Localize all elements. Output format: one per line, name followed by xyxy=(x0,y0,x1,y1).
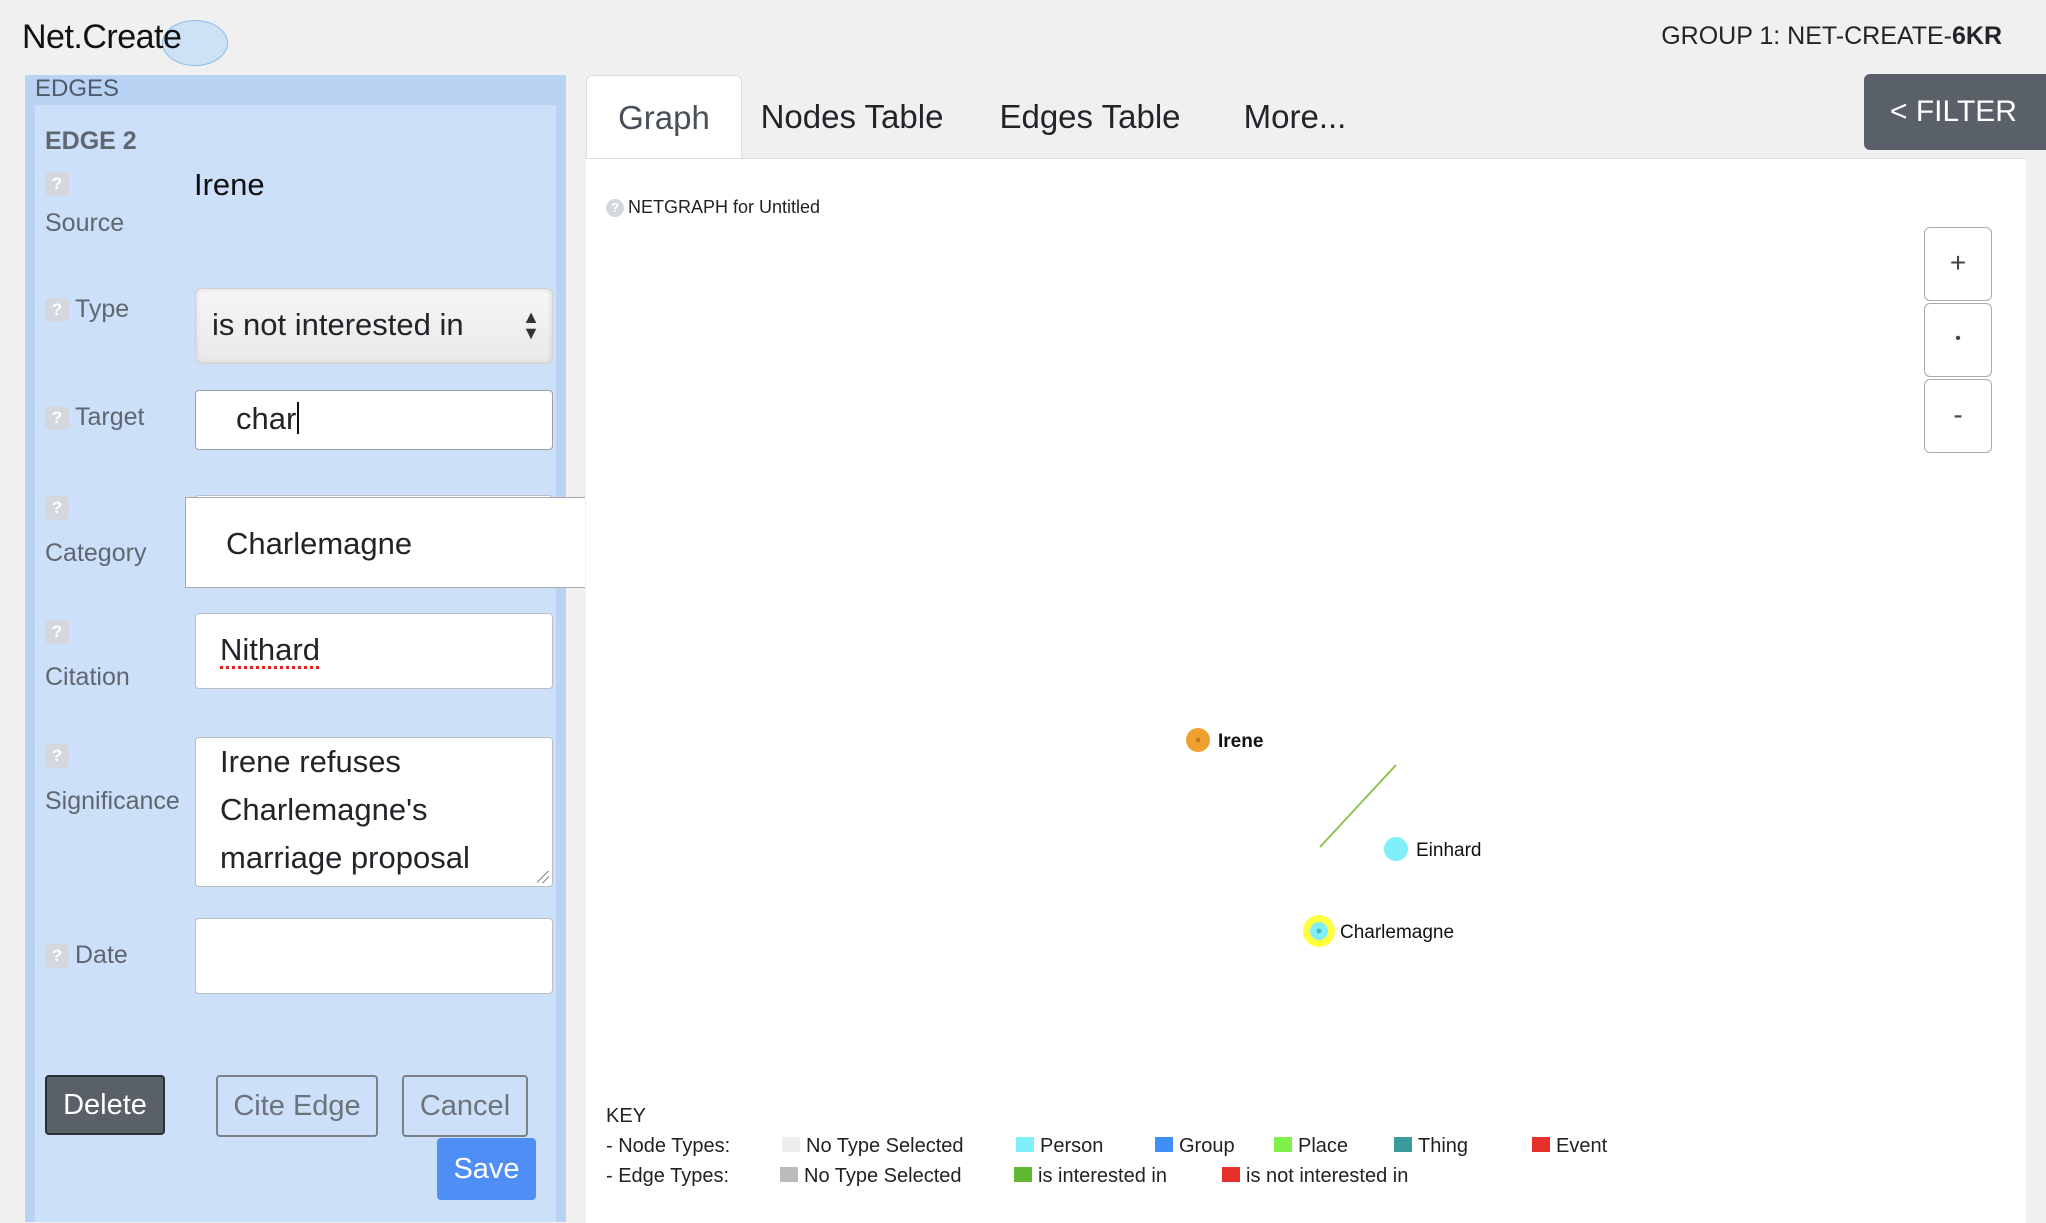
key-node-type-label: Person xyxy=(1040,1135,1104,1157)
delete-button[interactable]: Delete xyxy=(45,1075,165,1135)
key-edge-types-label: - Edge Types: xyxy=(606,1165,730,1187)
key-edge-type-label: is not interested in xyxy=(1246,1165,1409,1187)
swatch-icon xyxy=(782,1137,800,1152)
edge-title: EDGE 2 xyxy=(45,127,137,155)
swatch-icon xyxy=(1222,1167,1240,1182)
swatch-icon xyxy=(1155,1137,1173,1152)
category-label: ? Category xyxy=(45,493,146,584)
edges-panel: EDGES EDGE 2 ? Source Irene ? Type is not… xyxy=(25,75,566,1222)
text-cursor xyxy=(297,402,300,434)
key-node-type-label: Event xyxy=(1556,1135,1608,1157)
graph-node-einhard[interactable]: Einhard xyxy=(1384,837,1482,861)
date-label-text: Date xyxy=(75,941,128,969)
type-label-text: Type xyxy=(75,295,130,323)
key-node-type-label: Place xyxy=(1298,1135,1349,1157)
network-canvas[interactable]: Irene Einhard Charlemagne xyxy=(586,159,2026,1059)
graph-node-charlemagne[interactable]: Charlemagne xyxy=(1303,915,1454,947)
key-node-type: Thing xyxy=(1394,1135,1468,1158)
graph-node-irene[interactable]: Irene xyxy=(1186,728,1263,752)
help-icon[interactable]: ? xyxy=(45,298,69,323)
source-label-text: Source xyxy=(45,209,125,237)
key-edge-type: is interested in xyxy=(1014,1165,1167,1188)
target-label-text: Target xyxy=(75,403,145,431)
significance-value: Irene refuses Charlemagne's marriage pro… xyxy=(220,744,470,875)
key-node-type-label: Group xyxy=(1179,1135,1235,1157)
group-title-prefix: GROUP 1: NET-CREATE- xyxy=(1661,22,1952,50)
swatch-icon xyxy=(1532,1137,1550,1152)
group-title-code: 6KR xyxy=(1951,22,2002,50)
graph-node-label: Einhard xyxy=(1416,840,1482,861)
date-input[interactable] xyxy=(195,918,553,994)
edges-header: EDGES xyxy=(35,75,120,102)
cite-edge-button[interactable]: Cite Edge xyxy=(216,1075,378,1137)
graph-key: KEY - Node Types: No Type Selected Perso… xyxy=(606,1105,1607,1187)
group-title: GROUP 1: NET-CREATE-6KR xyxy=(1661,22,2002,51)
key-node-type: Group xyxy=(1155,1135,1235,1158)
key-node-type-label: Thing xyxy=(1418,1135,1469,1157)
type-label: ? Type xyxy=(45,295,129,324)
key-edge-type-label: No Type Selected xyxy=(804,1165,962,1187)
help-icon[interactable]: ? xyxy=(45,496,69,521)
significance-label-text: Significance xyxy=(45,787,180,815)
target-label: ? Target xyxy=(45,403,144,432)
swatch-icon xyxy=(1394,1137,1412,1152)
key-node-types-label: - Node Types: xyxy=(606,1135,731,1157)
tab-more[interactable]: More... xyxy=(1222,75,1368,159)
significance-textarea[interactable]: Irene refuses Charlemagne's marriage pro… xyxy=(195,737,553,887)
key-edge-type: No Type Selected xyxy=(780,1165,962,1188)
citation-label-text: Citation xyxy=(45,663,130,691)
swatch-icon xyxy=(780,1167,798,1182)
graph-view: ? NETGRAPH for Untitled + • - Irene Einha… xyxy=(586,158,2026,1223)
key-edge-type: is not interested in xyxy=(1222,1165,1408,1188)
help-icon[interactable]: ? xyxy=(45,620,69,645)
tab-edges-table[interactable]: Edges Table xyxy=(992,75,1188,159)
help-icon[interactable]: ? xyxy=(45,172,69,197)
save-button[interactable]: Save xyxy=(437,1138,536,1200)
source-value[interactable]: Irene xyxy=(194,167,265,203)
swatch-icon xyxy=(1274,1137,1292,1152)
help-icon[interactable]: ? xyxy=(45,744,69,769)
key-node-types: - Node Types: No Type Selected Person Gr… xyxy=(606,1135,1607,1158)
target-input[interactable]: char xyxy=(195,390,553,450)
key-node-type: Event xyxy=(1532,1135,1607,1158)
type-select[interactable]: is not interested in ▲ ▼ xyxy=(195,288,553,364)
citation-input[interactable]: Nithard xyxy=(195,613,553,689)
tab-graph[interactable]: Graph xyxy=(586,75,742,160)
category-label-text: Category xyxy=(45,539,147,567)
source-label: ? Source xyxy=(45,169,124,248)
graph-node-label: Irene xyxy=(1218,731,1263,752)
edge-editor: EDGE 2 ? Source Irene ? Type is not inter… xyxy=(35,105,556,1222)
resize-handle-icon[interactable] xyxy=(537,871,549,883)
graph-edge[interactable] xyxy=(1319,764,1397,848)
tab-nodes-table[interactable]: Nodes Table xyxy=(752,75,952,159)
citation-input-value: Nithard xyxy=(220,632,320,667)
select-arrows-icon: ▲ ▼ xyxy=(522,307,540,343)
key-node-type: No Type Selected xyxy=(782,1135,964,1158)
help-icon[interactable]: ? xyxy=(45,406,69,431)
cancel-button[interactable]: Cancel xyxy=(402,1075,528,1137)
target-input-value: char xyxy=(236,401,297,436)
key-node-type: Place xyxy=(1274,1135,1348,1158)
filter-button[interactable]: < FILTER xyxy=(1864,74,2046,150)
app-logo-text: Net.Create xyxy=(22,18,182,56)
autocomplete-suggestion[interactable]: Charlemagne xyxy=(185,497,585,588)
key-edge-types: - Edge Types: No Type Selected is intere… xyxy=(606,1165,1408,1188)
key-edge-type-label: is interested in xyxy=(1038,1165,1167,1187)
date-label: ? Date xyxy=(45,941,128,970)
significance-label: ? Significance xyxy=(45,741,180,832)
key-node-type: Person xyxy=(1016,1135,1103,1158)
type-select-value: is not interested in xyxy=(212,307,464,342)
swatch-icon xyxy=(1016,1137,1034,1152)
key-title: KEY xyxy=(606,1105,647,1127)
app-logo: Net.Create xyxy=(22,18,228,66)
help-icon[interactable]: ? xyxy=(45,944,69,969)
key-node-type-label: No Type Selected xyxy=(806,1135,964,1157)
swatch-icon xyxy=(1014,1167,1032,1182)
citation-label: ? Citation xyxy=(45,617,130,708)
graph-node-label: Charlemagne xyxy=(1340,922,1454,943)
